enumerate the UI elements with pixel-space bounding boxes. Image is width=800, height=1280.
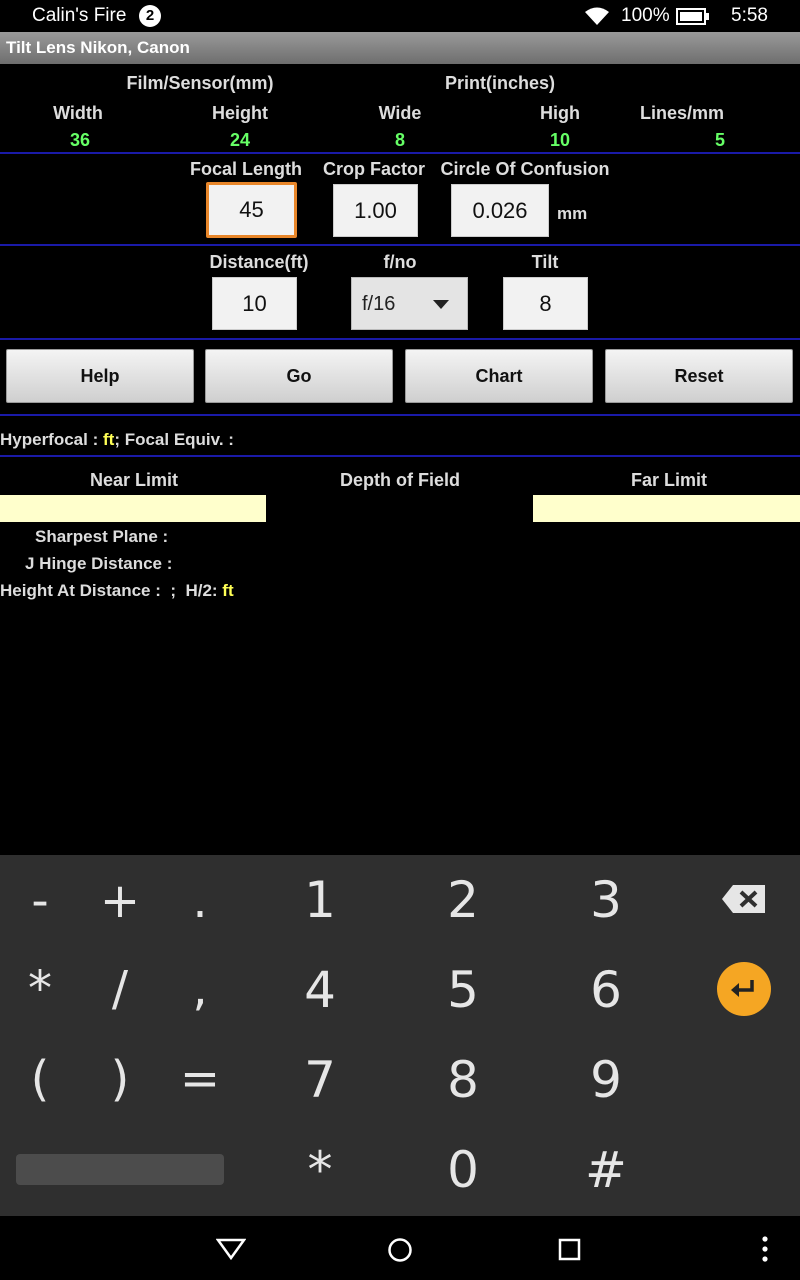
- fno-label: f/no: [383, 252, 417, 272]
- coc-input[interactable]: [451, 184, 549, 237]
- go-button[interactable]: Go: [205, 349, 393, 403]
- distance-input[interactable]: [212, 277, 297, 330]
- help-button[interactable]: Help: [6, 349, 194, 403]
- lines-per-mm-value[interactable]: 5: [670, 130, 770, 151]
- wide-label: Wide: [378, 103, 422, 123]
- wifi-icon: [585, 7, 609, 25]
- chevron-down-icon: [433, 300, 449, 309]
- key-period[interactable]: .: [160, 873, 240, 929]
- width-label: Width: [53, 103, 103, 123]
- near-limit-label: Near Limit: [89, 470, 179, 490]
- backspace-icon[interactable]: [721, 883, 767, 915]
- divider: [0, 338, 800, 340]
- status-bar: Calin's Fire 2 100% 5:58: [0, 0, 800, 32]
- near-limit-result: [0, 495, 266, 522]
- key-8[interactable]: 8: [423, 1051, 503, 1109]
- divider: [0, 414, 800, 416]
- key-1[interactable]: 1: [280, 871, 360, 929]
- fno-selected-value: f/16: [362, 293, 396, 315]
- key-4[interactable]: 4: [280, 961, 360, 1019]
- focal-equiv-label: ; Focal Equiv. :: [114, 430, 234, 449]
- hyperfocal-line: Hyperfocal : ft; Focal Equiv. :: [0, 430, 234, 450]
- hyperfocal-label: Hyperfocal :: [0, 430, 103, 449]
- depth-of-field-label: Depth of Field: [340, 470, 460, 490]
- print-label: Print(inches): [444, 73, 555, 93]
- coc-unit: mm: [557, 204, 588, 223]
- battery-icon: [676, 8, 709, 25]
- home-icon[interactable]: [387, 1237, 413, 1263]
- height-at-distance-label: Height At Distance : ; H/2:: [0, 581, 223, 600]
- key-3[interactable]: 3: [566, 871, 646, 929]
- app-title-bar: Tilt Lens Nikon, Canon: [0, 32, 800, 64]
- tilt-input[interactable]: [503, 277, 588, 330]
- key-9[interactable]: 9: [566, 1051, 646, 1109]
- back-icon[interactable]: [216, 1238, 246, 1260]
- divider: [0, 244, 800, 246]
- h2-unit: ft: [222, 581, 234, 600]
- height-at-distance-line: Height At Distance : ; H/2: ft: [0, 581, 234, 601]
- focal-length-label: Focal Length: [190, 159, 302, 179]
- app-title: Tilt Lens Nikon, Canon: [6, 38, 190, 57]
- key-6[interactable]: 6: [566, 961, 646, 1019]
- enter-icon: [731, 980, 754, 997]
- key-plus[interactable]: +: [80, 873, 160, 929]
- fno-select[interactable]: f/16: [351, 277, 468, 330]
- distance-label: Distance(ft): [209, 252, 309, 272]
- j-hinge-distance-label: J Hinge Distance :: [25, 554, 173, 573]
- wide-value[interactable]: 8: [350, 130, 450, 151]
- battery-percent: 100%: [621, 5, 670, 26]
- chart-button[interactable]: Chart: [405, 349, 593, 403]
- key-comma[interactable]: ,: [160, 961, 240, 1017]
- device-name: Calin's Fire: [32, 5, 127, 26]
- divider: [0, 152, 800, 154]
- key-close-paren[interactable]: ): [80, 1051, 160, 1107]
- recents-icon[interactable]: [558, 1238, 582, 1262]
- lines-per-mm-label: Lines/mm: [639, 103, 725, 123]
- coc-label: Circle Of Confusion: [440, 159, 610, 179]
- key-0[interactable]: 0: [423, 1141, 503, 1199]
- clock: 5:58: [731, 5, 768, 26]
- focal-length-input[interactable]: [206, 182, 297, 238]
- far-limit-label: Far Limit: [630, 470, 707, 490]
- key-2[interactable]: 2: [423, 871, 503, 929]
- crop-factor-label: Crop Factor: [322, 159, 425, 179]
- key-star[interactable]: *: [280, 1141, 360, 1199]
- numeric-keyboard: - + . 1 2 3 * / , 4 5 6 ( ) = 7 8 9 * 0 …: [0, 855, 800, 1216]
- height-label: Height: [212, 103, 268, 123]
- key-hash[interactable]: #: [566, 1141, 646, 1199]
- notification-badge: 2: [139, 5, 161, 27]
- more-options-icon[interactable]: [759, 1234, 771, 1264]
- key-equals[interactable]: =: [160, 1051, 240, 1107]
- key-asterisk[interactable]: *: [0, 961, 80, 1017]
- hyperfocal-unit: ft: [102, 430, 115, 449]
- high-label: High: [540, 103, 580, 123]
- crop-factor-input[interactable]: [333, 184, 418, 237]
- reset-button[interactable]: Reset: [605, 349, 793, 403]
- height-value[interactable]: 24: [190, 130, 290, 151]
- key-minus[interactable]: -: [0, 873, 80, 929]
- enter-key[interactable]: [717, 962, 771, 1016]
- key-open-paren[interactable]: (: [0, 1051, 80, 1107]
- space-bar[interactable]: [16, 1154, 224, 1185]
- high-value[interactable]: 10: [510, 130, 610, 151]
- key-5[interactable]: 5: [423, 961, 503, 1019]
- far-limit-result: [533, 495, 800, 522]
- tilt-label: Tilt: [531, 252, 559, 272]
- key-7[interactable]: 7: [280, 1051, 360, 1109]
- film-sensor-label: Film/Sensor(mm): [126, 73, 274, 93]
- key-slash[interactable]: /: [80, 961, 160, 1017]
- divider: [0, 455, 800, 457]
- sharpest-plane-label: Sharpest Plane :: [35, 527, 169, 546]
- navigation-bar: [0, 1216, 800, 1280]
- width-value[interactable]: 36: [30, 130, 130, 151]
